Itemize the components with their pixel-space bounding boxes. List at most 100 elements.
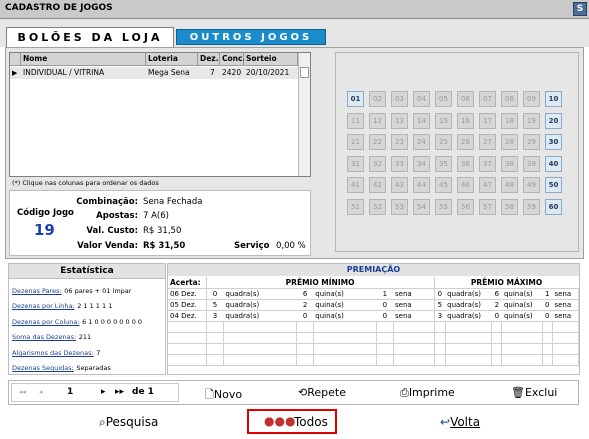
number-cell[interactable]: 49 (523, 177, 540, 193)
number-cell[interactable]: 17 (479, 112, 496, 129)
number-cell[interactable]: 06 (457, 91, 474, 107)
cell-loteria: Mega Sena (148, 68, 190, 77)
number-cell[interactable]: 57 (479, 198, 496, 215)
empty-cell (296, 321, 314, 333)
number-cell[interactable]: 29 (523, 134, 540, 150)
volta-button[interactable]: ↩Volta (440, 415, 480, 429)
number-cell[interactable]: 59 (523, 198, 540, 215)
repete-button[interactable]: ⟲Repete (298, 386, 346, 399)
prev-record-button[interactable]: ◂ (39, 388, 43, 396)
number-cell[interactable]: 40 (545, 155, 562, 172)
number-cell[interactable]: 11 (347, 112, 364, 129)
column-header-dez[interactable]: Dez. (198, 53, 220, 66)
last-record-button[interactable]: ▸▸ (115, 387, 124, 397)
number-cell[interactable]: 54 (413, 198, 430, 215)
number-cell[interactable]: 41 (347, 177, 364, 193)
group-icon: ●●● (264, 414, 296, 428)
number-cell[interactable]: 39 (523, 155, 540, 172)
todos-button[interactable]: ●●● Todos (247, 409, 337, 434)
apostas-value: 7 A(6) (143, 211, 169, 221)
stat-label-seguidas[interactable]: Dezenas Seguidas: (12, 364, 74, 372)
number-cell[interactable]: 24 (413, 134, 430, 150)
scrollbar-thumb[interactable] (300, 67, 309, 78)
pesquisa-button[interactable]: ⌕Pesquisa (99, 415, 158, 430)
number-cell[interactable]: 15 (435, 112, 452, 129)
max-count-cell: 3 (434, 310, 446, 322)
number-cell[interactable]: 51 (347, 198, 364, 215)
cell-conc: 2420 (222, 68, 242, 77)
number-cell[interactable]: 60 (545, 198, 562, 215)
premiacao-title: PREMIAÇÃO (168, 264, 579, 276)
number-cell[interactable]: 09 (523, 91, 540, 107)
number-cell[interactable]: 26 (457, 134, 474, 150)
return-icon: ↩ (440, 415, 451, 429)
column-header-nome[interactable]: Nome (21, 53, 146, 66)
number-cell[interactable]: 05 (435, 91, 452, 107)
stat-label-linha[interactable]: Dezenas por Linha: (12, 302, 75, 310)
number-cell[interactable]: 28 (501, 134, 518, 150)
number-cell[interactable]: 12 (369, 112, 386, 129)
repete-label: Repete (307, 386, 346, 399)
novo-button[interactable]: 🗋Novo (205, 386, 242, 405)
number-cell[interactable]: 34 (413, 155, 430, 172)
number-cell[interactable]: 14 (413, 112, 430, 129)
number-cell[interactable]: 30 (545, 134, 562, 150)
tab-outros-jogos[interactable]: OUTROS JOGOS (176, 29, 326, 45)
stat-label-coluna[interactable]: Dezenas por Coluna: (12, 318, 80, 326)
number-cell[interactable]: 35 (435, 155, 452, 172)
number-cell[interactable]: 16 (457, 112, 474, 129)
number-cell[interactable]: 01 (347, 91, 364, 107)
number-cell[interactable]: 47 (479, 177, 496, 193)
number-cell[interactable]: 38 (501, 155, 518, 172)
number-cell[interactable]: 10 (545, 91, 562, 107)
number-cell[interactable]: 18 (501, 112, 518, 129)
number-cell[interactable]: 21 (347, 134, 364, 150)
imprime-button[interactable]: ⎙Imprime (400, 386, 455, 400)
number-cell[interactable]: 33 (391, 155, 408, 172)
number-cell[interactable]: 23 (391, 134, 408, 150)
number-cell[interactable]: 42 (369, 177, 386, 193)
column-header-conc[interactable]: Conc. (220, 53, 245, 66)
number-cell[interactable]: 02 (369, 91, 386, 107)
stat-label-pares[interactable]: Dezenas Pares: (12, 287, 62, 295)
exclui-button[interactable]: 🗑Exclui (511, 386, 557, 399)
number-cell[interactable]: 22 (369, 134, 386, 150)
number-cell[interactable]: 48 (501, 177, 518, 193)
tab-boloes-da-loja[interactable]: BOLÕES DA LOJA (6, 27, 174, 47)
first-record-button[interactable]: ◂◂ (19, 388, 26, 396)
next-record-button[interactable]: ▸ (101, 387, 106, 397)
empty-cell (206, 321, 224, 333)
apostas-label: Apostas: (96, 211, 138, 221)
number-cell[interactable]: 03 (391, 91, 408, 107)
number-cell[interactable]: 13 (391, 112, 408, 129)
number-cell[interactable]: 46 (457, 177, 474, 193)
column-header-loteria[interactable]: Loteria (146, 53, 198, 66)
number-cell[interactable]: 52 (369, 198, 386, 215)
number-cell[interactable]: 31 (347, 155, 364, 172)
number-cell[interactable]: 32 (369, 155, 386, 172)
number-cell[interactable]: 20 (545, 112, 562, 129)
number-cell[interactable]: 44 (413, 177, 430, 193)
number-cell[interactable]: 04 (413, 91, 430, 107)
number-cell[interactable]: 53 (391, 198, 408, 215)
number-cell[interactable]: 55 (435, 198, 452, 215)
empty-cell (552, 332, 580, 344)
empty-cell (501, 343, 543, 355)
pesquisa-label: Pesquisa (105, 415, 159, 429)
number-cell[interactable]: 58 (501, 198, 518, 215)
number-cell[interactable]: 50 (545, 177, 562, 193)
number-cell[interactable]: 19 (523, 112, 540, 129)
number-cell[interactable]: 27 (479, 134, 496, 150)
number-cell[interactable]: 07 (479, 91, 496, 107)
number-cell[interactable]: 36 (457, 155, 474, 172)
stat-label-algarismos[interactable]: Algarismos das Dezenas: (12, 349, 94, 357)
number-cell[interactable]: 56 (457, 198, 474, 215)
number-cell[interactable]: 25 (435, 134, 452, 150)
number-cell[interactable]: 45 (435, 177, 452, 193)
number-cell[interactable]: 08 (501, 91, 518, 107)
grid-scrollbar[interactable] (298, 53, 310, 176)
number-cell[interactable]: 43 (391, 177, 408, 193)
stat-label-soma[interactable]: Soma das Dezenas: (12, 333, 76, 341)
column-header-sorteio[interactable]: Sorteio (244, 53, 298, 66)
number-cell[interactable]: 37 (479, 155, 496, 172)
